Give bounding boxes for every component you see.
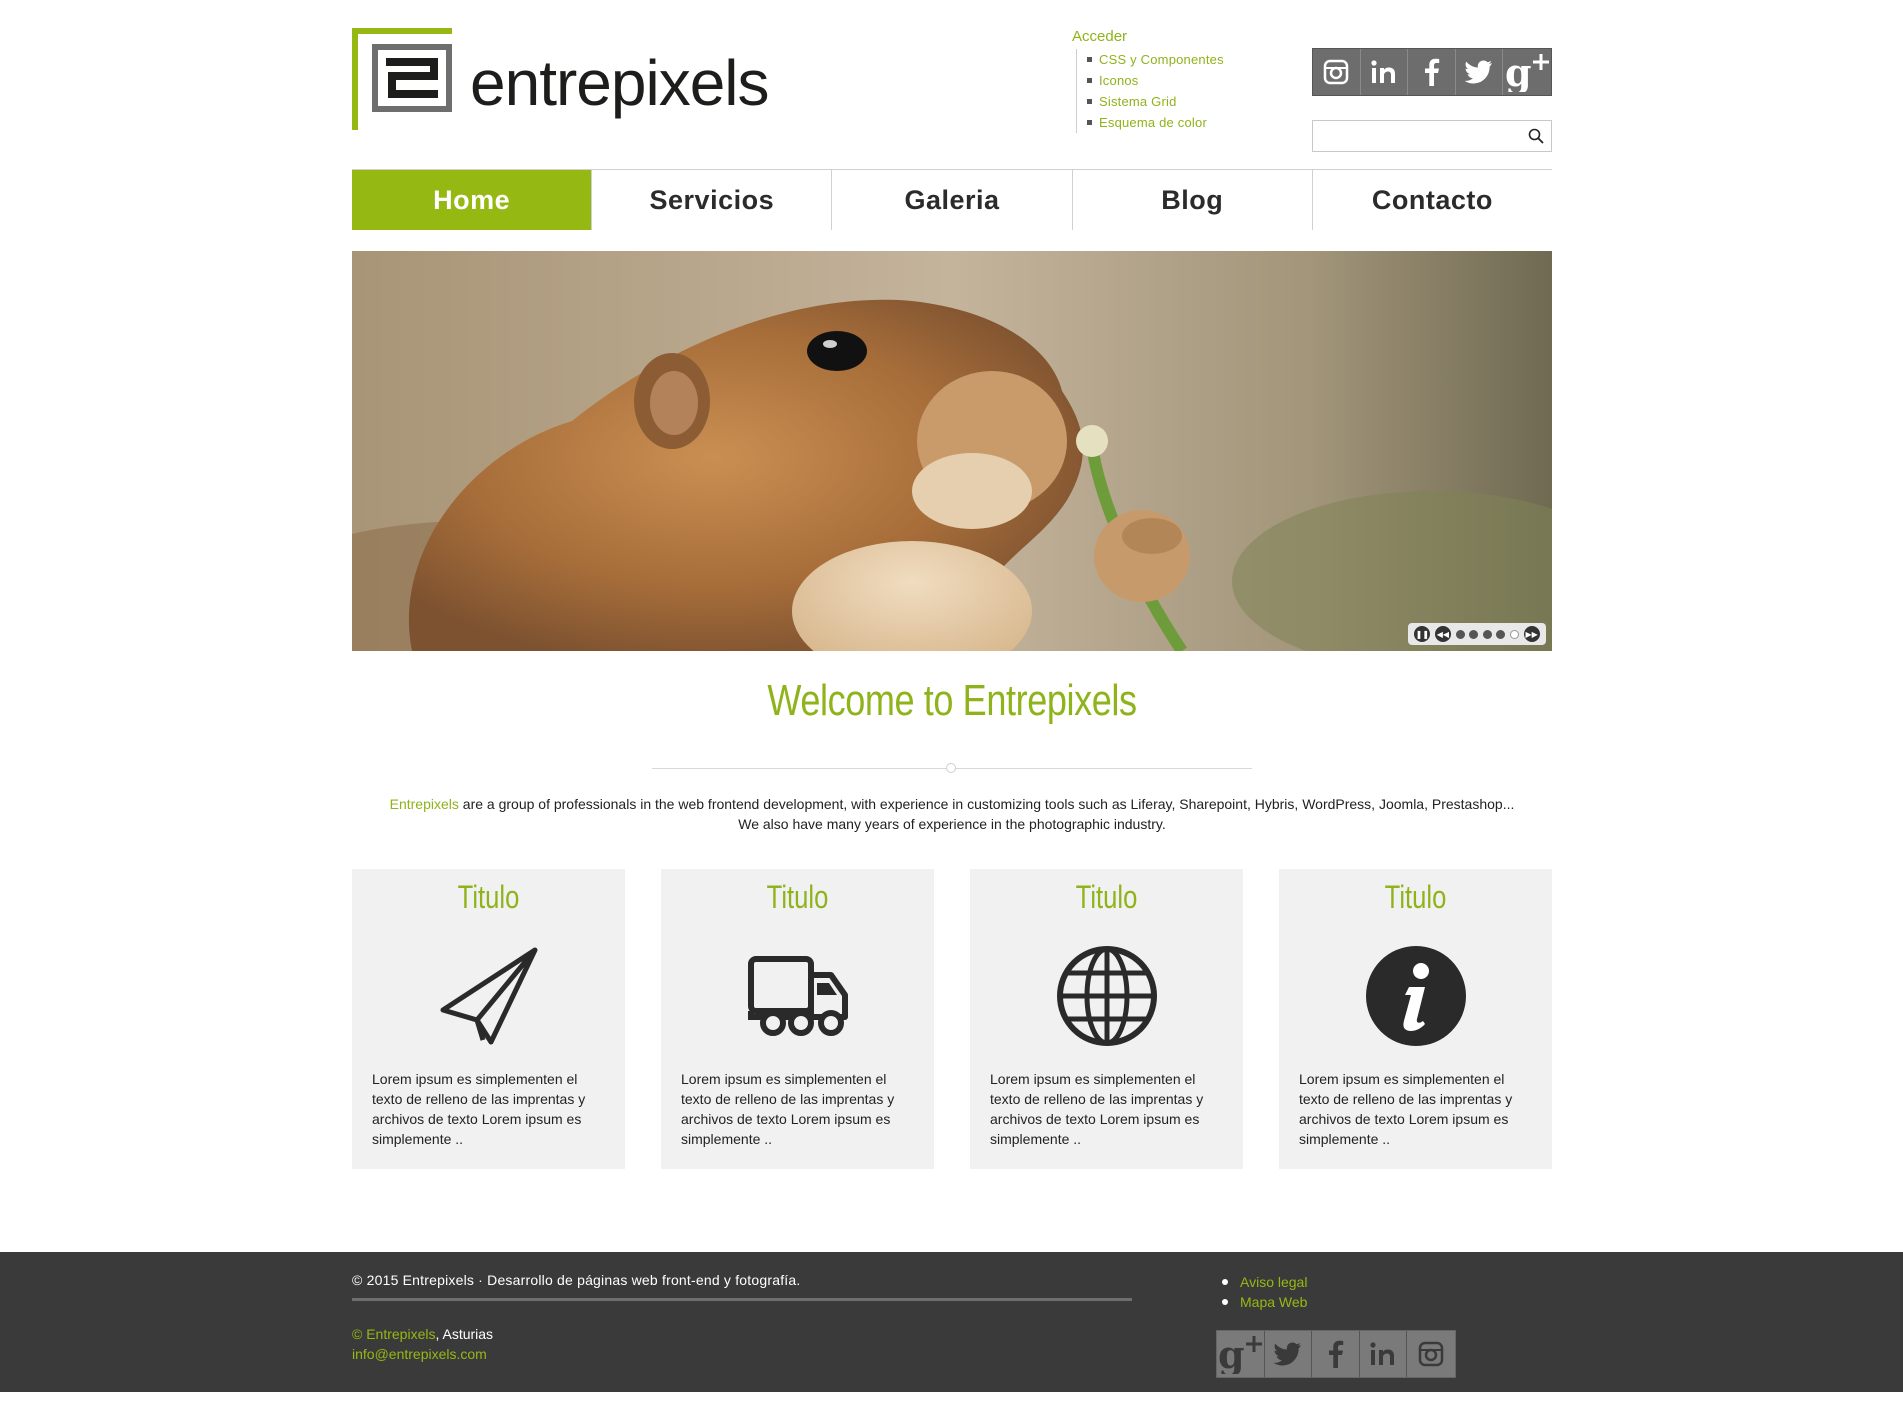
main-nav: Home Servicios Galeria Blog Contacto (352, 169, 1552, 230)
twitter-icon[interactable] (1455, 49, 1504, 95)
intro-line2: We also have many years of experience in… (738, 816, 1166, 832)
feature-box: Titulo Lorem ipsum es simplementen el te… (970, 869, 1243, 1169)
nav-item-blog[interactable]: Blog (1071, 170, 1312, 230)
nav-item-galeria[interactable]: Galeria (831, 170, 1071, 230)
logo-text: entrepixels (470, 47, 769, 119)
slider-controls: ❚❚ ◀◀ ▶▶ (1408, 623, 1546, 645)
footer-link-mapa-web[interactable]: Mapa Web (1222, 1292, 1307, 1312)
feature-text: Lorem ipsum es simplementen el texto de … (372, 1071, 586, 1147)
footer-place: , Asturias (435, 1326, 494, 1342)
truck-icon (747, 945, 849, 1047)
feature-title: Titulo (1384, 879, 1447, 915)
linkedin-icon[interactable] (1359, 1331, 1408, 1377)
feature-box: Titulo Lorem ipsum es simplementen el te… (1279, 869, 1552, 1169)
twitter-icon[interactable] (1264, 1331, 1313, 1377)
footer-divider (352, 1298, 1132, 1301)
divider-dot-icon (946, 763, 956, 773)
footer-link-aviso-legal[interactable]: Aviso legal (1222, 1272, 1307, 1292)
slide-dot-4[interactable] (1496, 629, 1506, 639)
feature-text: Lorem ipsum es simplementen el texto de … (1299, 1071, 1513, 1147)
intro-line1: are a group of professionals in the web … (458, 796, 1515, 812)
hero-slider: ❚❚ ◀◀ ▶▶ (352, 251, 1552, 651)
google-plus-icon[interactable]: g (1217, 1331, 1265, 1377)
google-plus-icon[interactable]: g (1503, 49, 1552, 95)
nav-item-servicios[interactable]: Servicios (591, 170, 831, 230)
footer-copyright: © 2015 Entrepixels · Desarrollo de págin… (352, 1272, 801, 1288)
slide-dot-2[interactable] (1469, 629, 1479, 639)
footer-email-link[interactable]: info@entrepixels.com (352, 1346, 487, 1362)
svg-text:g: g (1218, 1334, 1245, 1374)
nav-item-home[interactable]: Home (352, 170, 592, 230)
access-item-grid[interactable]: Sistema Grid (1087, 91, 1252, 112)
access-title[interactable]: Acceder (1072, 28, 1252, 45)
nav-item-contacto[interactable]: Contacto (1311, 170, 1552, 230)
header: entrepixels Acceder CSS y Componentes Ic… (352, 0, 1552, 168)
facebook-icon[interactable] (1408, 49, 1456, 95)
search-box (1312, 120, 1552, 152)
access-item-color[interactable]: Esquema de color (1087, 112, 1252, 133)
social-bar-top: g (1312, 48, 1552, 96)
instagram-icon[interactable] (1313, 49, 1361, 95)
facebook-icon[interactable] (1312, 1331, 1360, 1377)
intro-brand-link[interactable]: Entrepixels (390, 796, 459, 812)
info-icon (1365, 945, 1467, 1047)
footer-links: Aviso legal Mapa Web (1222, 1272, 1307, 1312)
welcome-title: Welcome to Entrepixels (767, 676, 1137, 725)
page-bottom (0, 1392, 1903, 1421)
search-input[interactable] (1313, 121, 1513, 151)
footer-address: © Entrepixels, Asturias info@entrepixels… (352, 1324, 493, 1364)
search-icon[interactable] (1525, 125, 1547, 147)
footer: © 2015 Entrepixels · Desarrollo de págin… (0, 1252, 1903, 1392)
next-slide-icon[interactable]: ▶▶ (1523, 626, 1540, 642)
logo[interactable]: entrepixels (352, 28, 812, 130)
feature-boxes: Titulo Lorem ipsum es simplementen el te… (352, 869, 1552, 1169)
feature-text: Lorem ipsum es simplementen el texto de … (990, 1071, 1204, 1147)
access-menu: Acceder CSS y Componentes Iconos Sistema… (1072, 28, 1252, 133)
access-item-css[interactable]: CSS y Componentes (1087, 49, 1252, 70)
social-bar-footer: g (1216, 1330, 1456, 1378)
pause-icon[interactable]: ❚❚ (1414, 626, 1431, 642)
intro-text: Entrepixels are a group of professionals… (352, 794, 1552, 834)
feature-box: Titulo Lorem ipsum es simplementen el te… (352, 869, 625, 1169)
hero-image (352, 251, 1552, 651)
slide-dot-1[interactable] (1455, 629, 1465, 639)
access-list: CSS y Componentes Iconos Sistema Grid Es… (1076, 49, 1252, 133)
slide-dot-5[interactable] (1510, 629, 1520, 639)
globe-icon (1056, 945, 1158, 1047)
feature-title: Titulo (457, 879, 520, 915)
footer-brand-link[interactable]: © Entrepixels (352, 1326, 435, 1342)
slide-dot-3[interactable] (1482, 629, 1492, 639)
feature-box: Titulo Lorem ipsum es simplementen el te… (661, 869, 934, 1169)
prev-slide-icon[interactable]: ◀◀ (1434, 626, 1451, 642)
access-item-iconos[interactable]: Iconos (1087, 70, 1252, 91)
instagram-icon[interactable] (1407, 1331, 1456, 1377)
paper-plane-icon (438, 945, 540, 1047)
feature-title: Titulo (766, 879, 829, 915)
feature-title: Titulo (1075, 879, 1138, 915)
svg-text:g: g (1505, 52, 1532, 92)
linkedin-icon[interactable] (1360, 49, 1409, 95)
logo-mark-icon (352, 28, 452, 130)
feature-text: Lorem ipsum es simplementen el texto de … (681, 1071, 895, 1147)
